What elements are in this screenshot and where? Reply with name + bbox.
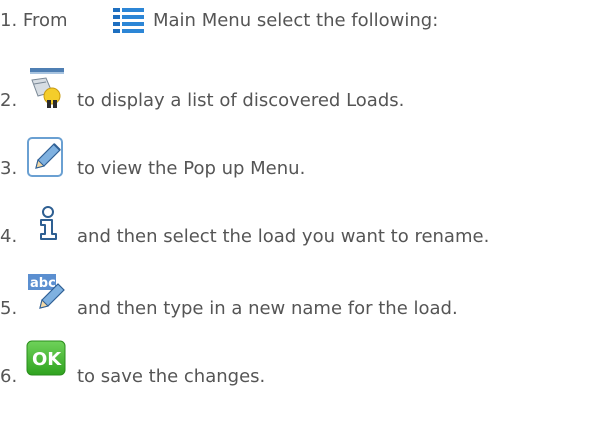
step-3-number: 3.: [0, 158, 18, 179]
step-6-text: to save the changes.: [77, 366, 266, 387]
step-4-text: and then select the load you want to ren…: [77, 226, 490, 247]
step-2-text: to display a list of discovered Loads.: [77, 90, 405, 111]
step-6-number: 6.: [0, 366, 18, 387]
step-1-text: Main Menu select the following:: [153, 10, 439, 31]
svg-text:abc: abc: [30, 276, 56, 291]
info-icon: [36, 206, 62, 248]
step-1-prefix: 1. From: [0, 10, 68, 31]
edit-pencil-icon: [26, 136, 66, 184]
main-menu-list-icon: [112, 6, 146, 42]
step-2-number: 2.: [0, 90, 18, 111]
rename-abc-icon: abc: [26, 272, 68, 320]
step-4-number: 4.: [0, 226, 18, 247]
ok-icon: OK: [26, 340, 66, 382]
step-5-text: and then type in a new name for the load…: [77, 298, 458, 319]
discovered-loads-icon: [26, 66, 68, 118]
step-5-number: 5.: [0, 298, 18, 319]
step-3-text: to view the Pop up Menu.: [77, 158, 306, 179]
svg-text:OK: OK: [32, 349, 62, 370]
